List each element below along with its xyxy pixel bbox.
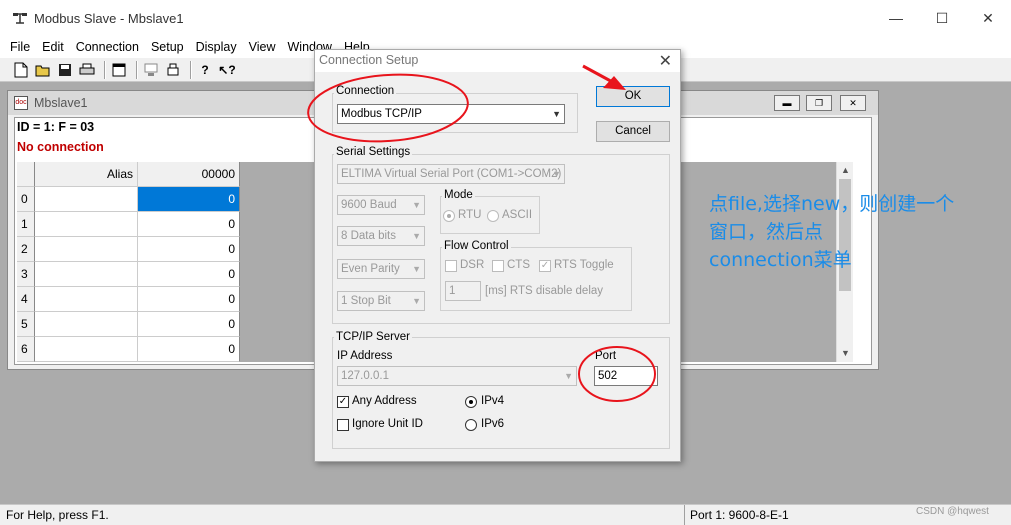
- app-window: Modbus Slave - Mbslave1 — ☐ ✕ File Edit …: [0, 0, 1011, 525]
- connection-highlight-circle: [307, 73, 469, 143]
- annotation-overlay: [307, 64, 656, 402]
- watermark-text: CSDN @hqwest: [916, 506, 989, 517]
- status-help-text: For Help, press F1.: [6, 508, 109, 522]
- status-bar: For Help, press F1. Port 1: 9600-8-E-1 C…: [0, 504, 1011, 525]
- status-port-text: Port 1: 9600-8-E-1: [684, 505, 789, 525]
- port-highlight-circle: [578, 346, 656, 402]
